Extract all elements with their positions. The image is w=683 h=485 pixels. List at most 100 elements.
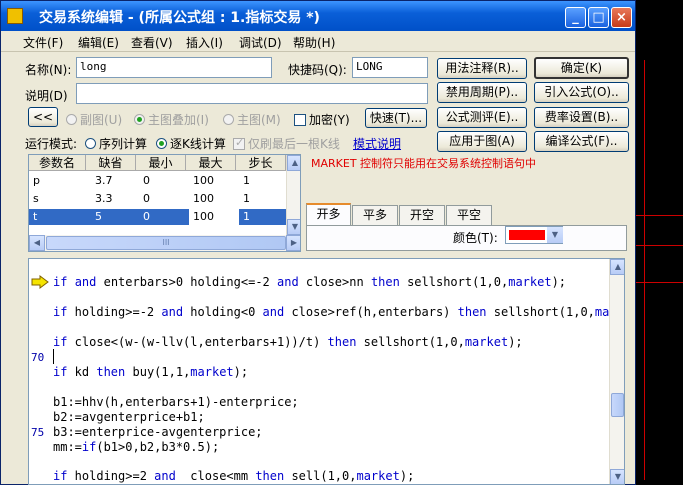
line-number: 75	[31, 426, 45, 439]
tab-close-long[interactable]: 平多	[352, 205, 398, 225]
subchart-radio[interactable]: 副图(U)	[66, 111, 122, 128]
import-formula-button[interactable]: 引入公式(O)..	[534, 82, 629, 103]
main-overlay-label: 主图叠加(I)	[148, 113, 209, 127]
main-chart-label: 主图(M)	[237, 113, 281, 127]
apply-chart-button[interactable]: 应用于图(A)	[437, 131, 527, 152]
sequential-label: 序列计算	[99, 137, 148, 151]
cell: 0	[143, 210, 150, 223]
radio-icon	[66, 114, 77, 125]
cell: 0	[143, 174, 150, 187]
name-input[interactable]: long	[76, 57, 272, 78]
parameter-table: 参数名 缺省 最小 最大 步长 p 3.7 0 100 1 s 3.3 0 10…	[28, 154, 301, 252]
sequential-radio[interactable]: 序列计算	[85, 135, 147, 152]
cell: 1	[243, 210, 250, 223]
checkbox-icon	[294, 114, 306, 126]
chart-line	[644, 60, 645, 480]
description-label: 说明(D)	[25, 89, 68, 103]
code-line: b2:=avgenterprice+b1;	[53, 410, 205, 424]
window-title: 交易系统编辑 - (所属公式组 : 1.指标交易 *)	[39, 10, 320, 26]
cell: 0	[143, 192, 150, 205]
encrypt-checkbox[interactable]: 加密(Y)	[294, 111, 350, 128]
code-line: if holding>=-2 and holding<0 and close>r…	[53, 305, 624, 319]
description-input[interactable]	[76, 83, 428, 104]
code-editor[interactable]: 70 75 if and enterbars>0 holding<=-2 and…	[28, 258, 625, 485]
table-row[interactable]: p 3.7 0 100 1	[29, 172, 286, 190]
tab-open-short[interactable]: 开空	[399, 205, 445, 225]
menu-insert[interactable]: 插入(I)	[186, 34, 223, 51]
cell: 100	[193, 174, 214, 187]
last-kline-checkbox[interactable]: 仅刷最后一根K线	[233, 135, 340, 152]
menu-debug[interactable]: 调试(D)	[239, 34, 282, 51]
usage-notes-button[interactable]: 用法注释(R)..	[437, 58, 527, 79]
compile-button[interactable]: 编译公式(F)..	[534, 131, 629, 152]
radio-icon	[156, 138, 167, 149]
scroll-down-icon[interactable]: ▼	[287, 219, 300, 235]
table-header: 参数名 缺省 最小 最大 步长	[29, 155, 286, 171]
chart-line	[636, 245, 683, 246]
title-bar[interactable]: 交易系统编辑 - (所属公式组 : 1.指标交易 *) _ □ ×	[1, 1, 635, 31]
table-row-selected[interactable]: t 5 0 100 1	[29, 209, 286, 225]
table-row[interactable]: s 3.3 0 100 1	[29, 190, 286, 208]
scroll-right-icon[interactable]: ▶	[286, 235, 300, 251]
shortcut-label: 快捷码(Q):	[288, 63, 347, 77]
run-mode-label: 运行模式:	[25, 137, 78, 151]
menu-help[interactable]: 帮助(H)	[293, 34, 335, 51]
scroll-left-icon[interactable]: ◀	[29, 235, 45, 251]
scroll-down-icon[interactable]: ▼	[610, 469, 624, 484]
cell: 100	[189, 209, 239, 225]
collapse-button[interactable]: <<	[28, 107, 58, 127]
disable-period-button[interactable]: 禁用周期(P)..	[437, 82, 527, 103]
header-min[interactable]: 最小	[136, 155, 186, 171]
scroll-grip: III	[162, 238, 170, 247]
cell: 3.7	[95, 174, 113, 187]
shortcut-input[interactable]: LONG	[352, 57, 428, 78]
menu-file[interactable]: 文件(F)	[23, 34, 63, 51]
scroll-up-icon[interactable]: ▲	[610, 259, 624, 275]
table-horizontal-scrollbar[interactable]: ◀ III ▶	[29, 235, 300, 251]
status-message: MARKET 控制符只能用在交易系统控制语句中	[311, 157, 537, 170]
fee-settings-button[interactable]: 费率设置(B)..	[534, 107, 629, 128]
header-param-name[interactable]: 参数名	[29, 155, 86, 171]
code-line: if holding>=2 and close<mm then sell(1,0…	[53, 469, 415, 483]
menu-view[interactable]: 查看(V)	[131, 34, 173, 51]
minimize-button[interactable]: _	[565, 7, 586, 28]
header-step[interactable]: 步长	[236, 155, 286, 171]
code-line: if kd then buy(1,1,market);	[53, 365, 249, 379]
background-right	[636, 0, 683, 485]
menu-edit[interactable]: 编辑(E)	[78, 34, 119, 51]
formula-test-button[interactable]: 公式测评(E)..	[437, 107, 527, 128]
formula-editor-window: 交易系统编辑 - (所属公式组 : 1.指标交易 *) _ □ × 文件(F) …	[0, 0, 636, 485]
subchart-label: 副图(U)	[80, 113, 123, 127]
mode-help-link[interactable]: 模式说明	[353, 135, 401, 152]
table-vertical-scrollbar[interactable]: ▲ ▼	[286, 155, 300, 235]
tab-open-long[interactable]: 开多	[306, 203, 351, 226]
editor-vertical-scrollbar[interactable]: ▲ ▼	[609, 259, 624, 484]
scroll-thumb[interactable]	[611, 393, 624, 417]
last-kline-label: 仅刷最后一根K线	[248, 137, 340, 151]
close-button[interactable]: ×	[611, 7, 632, 28]
header-default[interactable]: 缺省	[86, 155, 136, 171]
checkbox-icon	[233, 136, 245, 150]
cell: t	[33, 210, 38, 223]
scroll-thumb[interactable]: III	[46, 236, 286, 250]
main-chart-radio[interactable]: 主图(M)	[223, 111, 281, 128]
cell: 5	[95, 210, 102, 223]
ok-button[interactable]: 确定(K)	[534, 57, 629, 79]
per-kline-label: 逐K线计算	[170, 137, 226, 151]
scroll-up-icon[interactable]: ▲	[287, 155, 300, 171]
chart-line	[636, 282, 683, 283]
header-max[interactable]: 最大	[186, 155, 236, 171]
quick-button[interactable]: 快速(T)...	[365, 108, 427, 128]
main-overlay-radio[interactable]: 主图叠加(I)	[134, 111, 209, 128]
color-select[interactable]: ▼	[505, 226, 563, 244]
name-label: 名称(N):	[25, 63, 72, 77]
code-line: b3:=enterprice-avgenterprice;	[53, 425, 263, 439]
maximize-button[interactable]: □	[588, 7, 609, 28]
tab-close-short[interactable]: 平空	[446, 205, 492, 225]
cell: s	[33, 192, 39, 205]
app-icon	[7, 8, 23, 24]
encrypt-label: 加密(Y)	[309, 113, 350, 127]
code-line: if and enterbars>0 holding<=-2 and close…	[53, 275, 567, 289]
chevron-down-icon[interactable]: ▼	[547, 227, 563, 243]
per-kline-radio[interactable]: 逐K线计算	[156, 135, 226, 152]
